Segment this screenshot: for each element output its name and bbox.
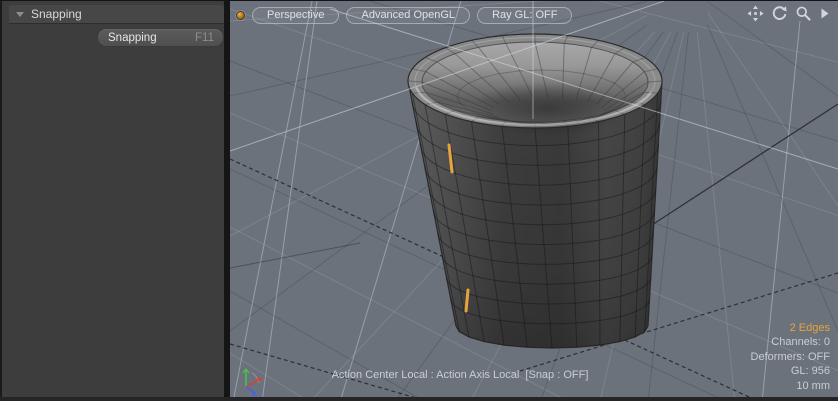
snapping-panel-header[interactable]: Snapping [9, 5, 224, 23]
viewport-scene [230, 1, 838, 401]
selection-count: 2 Edges [751, 321, 830, 336]
snapping-shortcut: F11 [195, 32, 214, 44]
raygl-button[interactable]: Ray GL: OFF [477, 7, 572, 24]
snapping-toggle-button[interactable]: Snapping F11 [97, 28, 224, 47]
shading-mode-button[interactable]: Advanced OpenGL [346, 7, 470, 24]
snapping-toggle-label: Snapping [108, 32, 157, 44]
selected-edge [466, 290, 468, 311]
perspective-button[interactable]: Perspective [252, 7, 339, 24]
orbit-icon[interactable] [771, 5, 788, 22]
snapping-panel: Snapping Snapping F11 [0, 1, 224, 401]
axis-gizmo-icon [243, 369, 263, 396]
viewport-stats: 2 Edges Channels: 0 Deformers: OFF GL: 9… [751, 321, 830, 394]
grid-size: 10 mm [751, 379, 830, 394]
viewport-toolbar: Perspective Advanced OpenGL Ray GL: OFF [236, 7, 572, 24]
3d-viewport[interactable]: Perspective Advanced OpenGL Ray GL: OFF [224, 1, 838, 401]
action-center-status: Action Center Local : Action Axis Local … [290, 369, 630, 381]
app-window: { "left_panel": { "header": { "label": "… [0, 0, 838, 401]
cup-mesh[interactable] [408, 34, 662, 348]
perspective-button-label: Perspective [267, 8, 324, 23]
zoom-icon[interactable] [795, 5, 812, 22]
channels-count: Channels: 0 [751, 335, 830, 350]
deformers-status: Deformers: OFF [751, 350, 830, 365]
viewport-nav-controls [747, 5, 830, 22]
gl-count: GL: 956 [751, 364, 830, 379]
pan-icon[interactable] [747, 5, 764, 22]
expand-arrow-icon[interactable] [819, 7, 830, 20]
shading-mode-button-label: Advanced OpenGL [361, 8, 455, 23]
disclosure-triangle-icon [16, 12, 24, 17]
bottom-border [0, 397, 838, 401]
viewport-mode-indicator[interactable] [236, 11, 245, 20]
raygl-button-label: Ray GL: OFF [492, 8, 557, 23]
panel-title: Snapping [31, 7, 82, 21]
